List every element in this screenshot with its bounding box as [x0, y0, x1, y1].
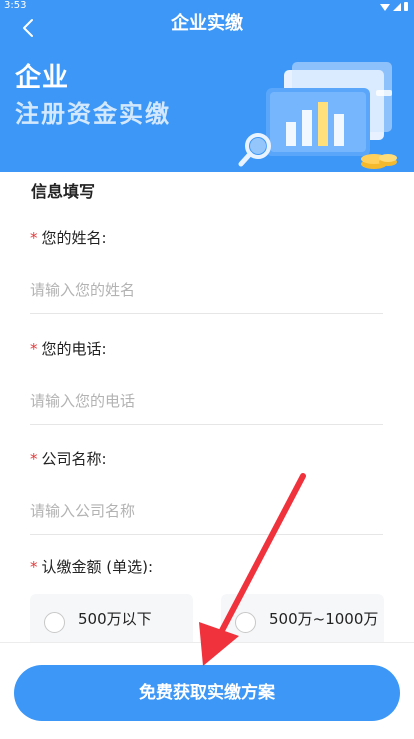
- company-label-text: 公司名称:: [41, 450, 107, 468]
- name-input[interactable]: [30, 266, 383, 314]
- status-time: 3:53: [4, 0, 27, 11]
- report-chart-illustration: [238, 62, 397, 169]
- get-plan-button-label: 免费获取实缴方案: [139, 683, 275, 703]
- page-title: 企业实缴: [171, 13, 243, 34]
- wifi-icon: [380, 3, 390, 11]
- status-icons: [380, 0, 408, 12]
- amount-label-text: 认缴金额 (单选):: [41, 558, 154, 576]
- company-input[interactable]: [30, 487, 383, 535]
- hero-banner: 企业实缴 企业 注册资金实缴: [0, 12, 414, 172]
- info-form: 信息填写 *您的姓名: *您的电话: *公司名称: *认缴金额 (单选): 50…: [0, 172, 414, 650]
- back-button[interactable]: [14, 14, 42, 42]
- name-label: * 您的姓名:: [30, 228, 107, 248]
- required-mark: *: [30, 229, 38, 247]
- phone-input[interactable]: [30, 377, 383, 425]
- hero-title: 企业: [15, 63, 70, 93]
- name-label-text: 您的姓名:: [41, 229, 107, 247]
- section-title: 信息填写: [31, 182, 96, 201]
- bottom-action-bar: 免费获取实缴方案: [0, 642, 414, 739]
- phone-label-text: 您的电话:: [41, 340, 107, 358]
- radio-icon[interactable]: [235, 612, 256, 633]
- status-bar: 3:53: [0, 0, 414, 12]
- required-mark: *: [30, 558, 38, 576]
- company-label: * 公司名称:: [30, 449, 107, 469]
- amount-label: * 认缴金额 (单选):: [30, 557, 153, 577]
- required-mark: *: [30, 340, 38, 358]
- get-plan-button[interactable]: 免费获取实缴方案: [14, 665, 400, 721]
- option-label: 500万以下: [78, 610, 152, 628]
- option-label: 500万~1000万: [269, 610, 379, 628]
- hero-subtitle: 注册资金实缴: [15, 100, 171, 128]
- phone-label: * 您的电话:: [30, 339, 107, 359]
- required-mark: *: [30, 450, 38, 468]
- battery-icon: [404, 1, 408, 11]
- chevron-left-icon: [23, 19, 33, 37]
- radio-icon[interactable]: [44, 612, 65, 633]
- signal-icon: [393, 2, 401, 11]
